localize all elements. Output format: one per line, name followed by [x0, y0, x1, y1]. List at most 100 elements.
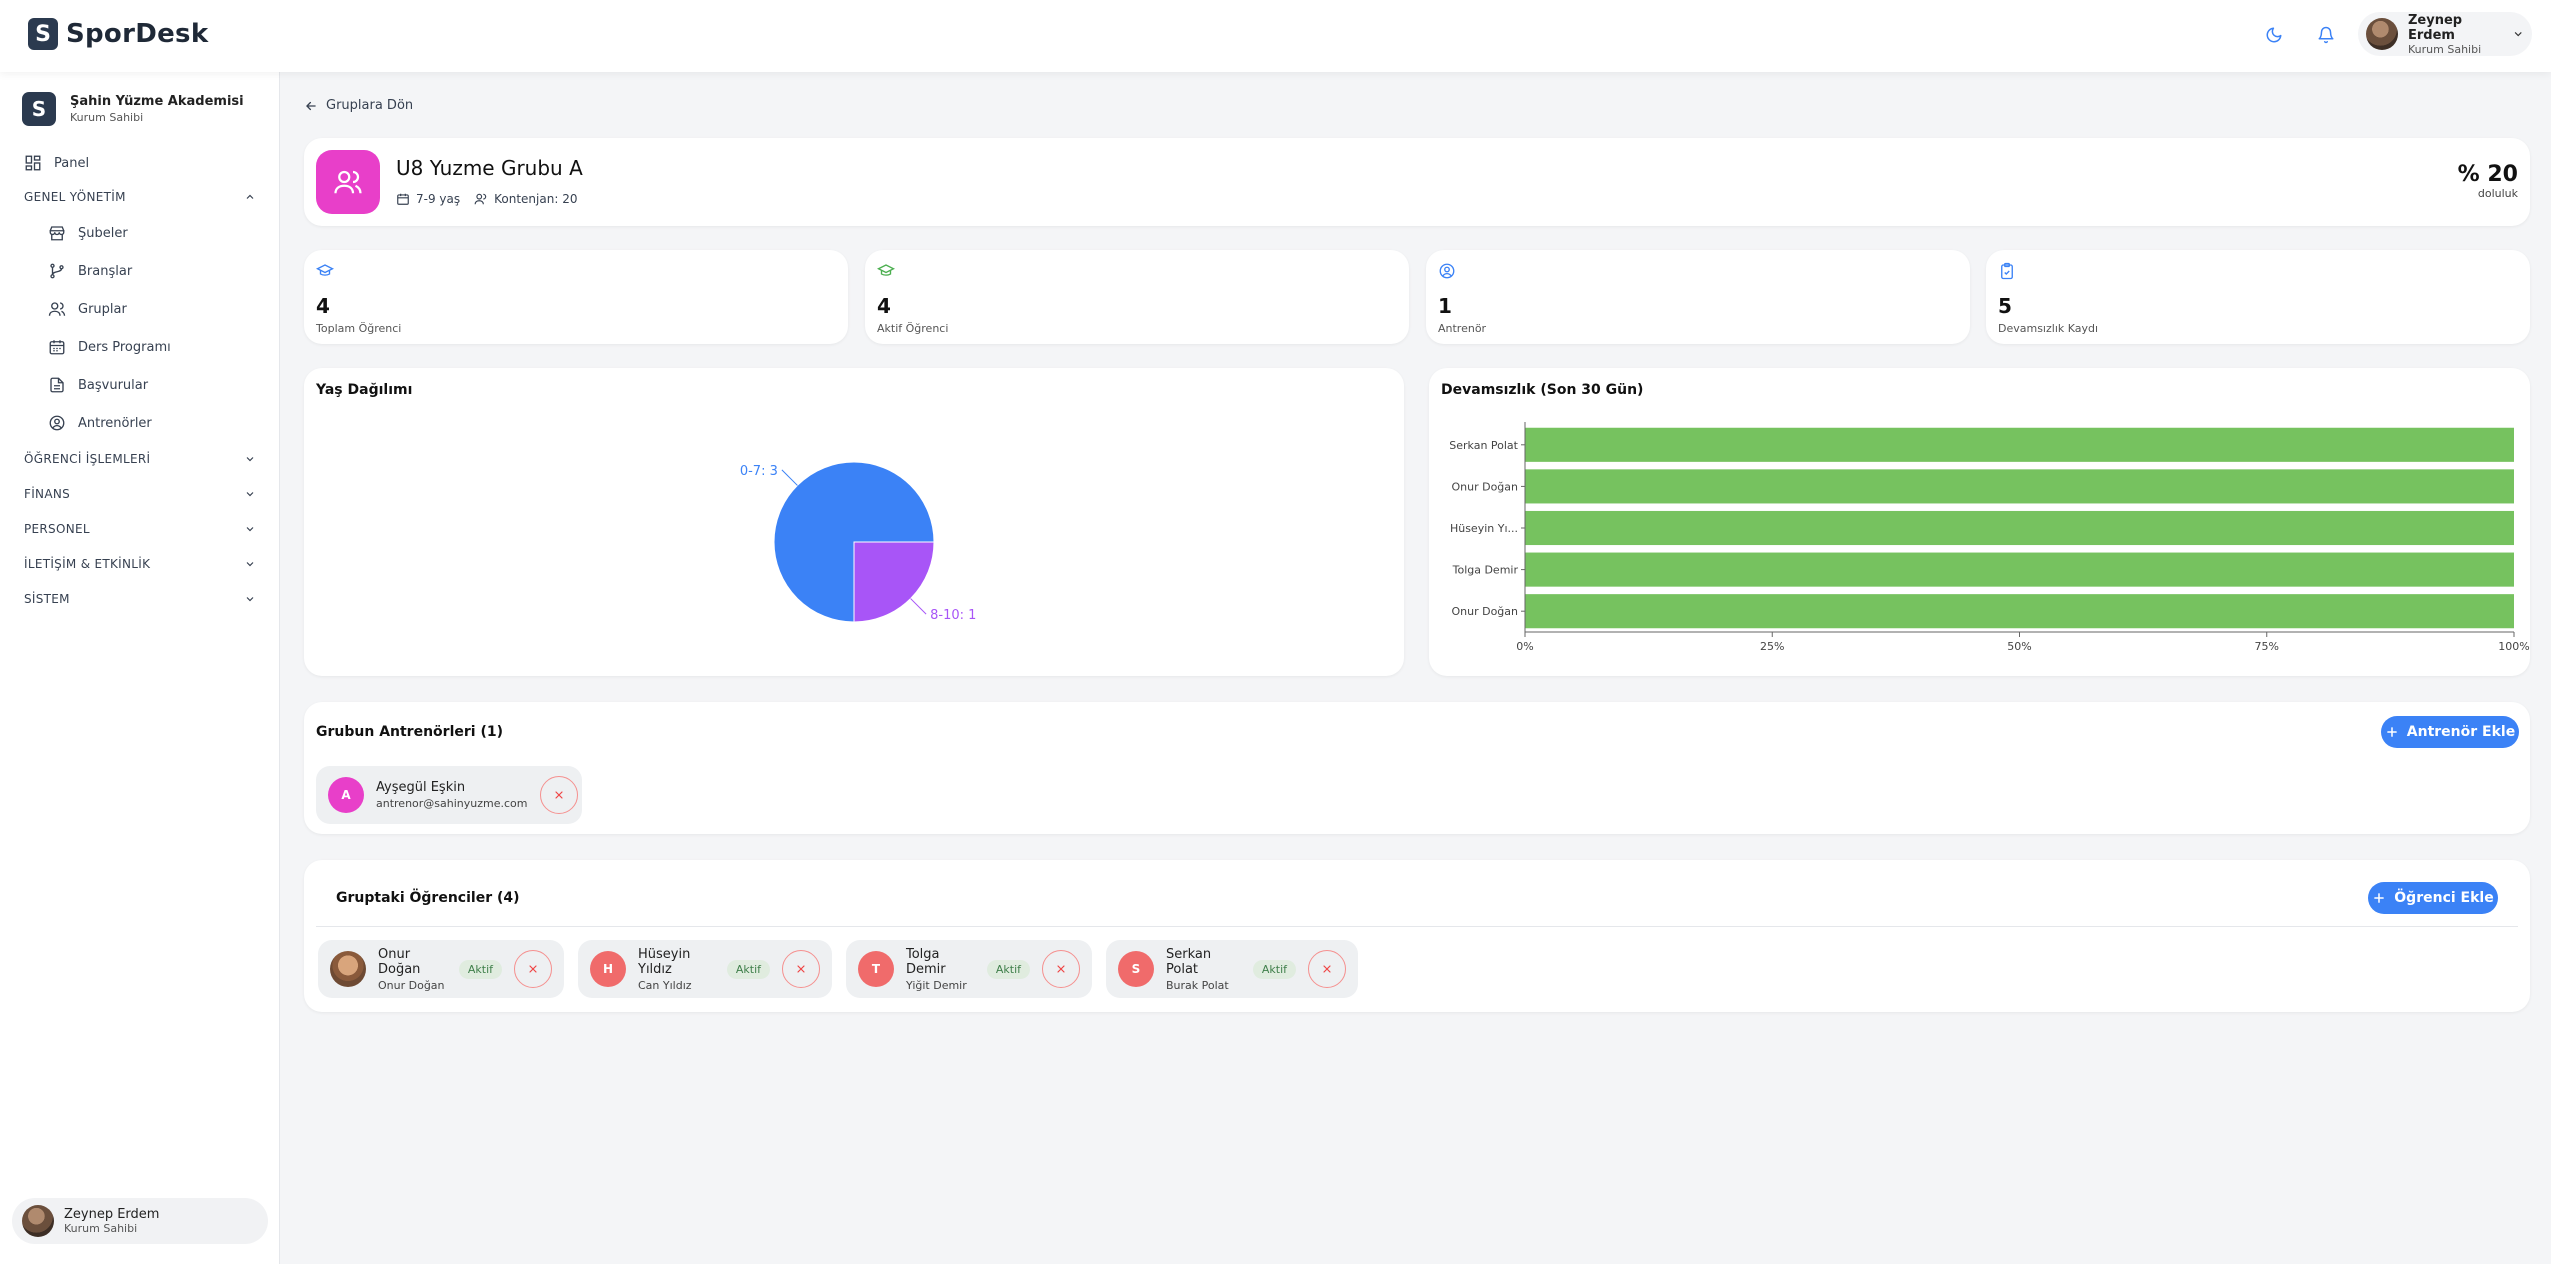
- close-icon: [1057, 965, 1065, 973]
- dashboard-icon: [25, 155, 41, 171]
- fill-rate: % 20 doluluk: [2458, 162, 2518, 200]
- chevron-up-icon: [246, 194, 254, 199]
- sidebar-item-ders-programi[interactable]: Ders Programı: [48, 338, 171, 356]
- remove-student-button[interactable]: [1308, 950, 1346, 988]
- sidebar-item-label: Şubeler: [78, 225, 128, 241]
- app-logo[interactable]: S SporDesk: [28, 18, 208, 50]
- group-capacity-text: Kontenjan: 20: [494, 192, 578, 206]
- y-tick-label: Onur Doğan: [1451, 480, 1518, 493]
- divider: [316, 926, 2518, 927]
- pie-label-line: [910, 598, 927, 615]
- attendance-bar: [1525, 469, 2514, 504]
- attendance-bar-chart: Serkan Polat Onur Doğan Hüseyin Yı... Tolga…: [1449, 422, 2530, 653]
- section-ogrenci-islemleri[interactable]: ÖĞRENCİ İŞLEMLERİ: [24, 452, 256, 466]
- section-sistem[interactable]: SİSTEM: [24, 592, 256, 606]
- add-student-button[interactable]: Öğrenci Ekle: [2368, 882, 2498, 914]
- add-coach-button[interactable]: Antrenör Ekle: [2381, 716, 2519, 748]
- y-tick-label: Onur Doğan: [1451, 605, 1518, 618]
- coaches-title: Grubun Antrenörleri (1): [316, 724, 503, 740]
- group-age-text: 7-9 yaş: [416, 192, 461, 206]
- arrow-left-icon: [306, 101, 316, 110]
- sidebar-item-label: Başvurular: [78, 377, 149, 393]
- student-name: Hüseyin Yıldız: [638, 946, 691, 977]
- stat-card-active-students: 4 Aktif Öğrenci: [865, 250, 1409, 344]
- file-icon: [50, 377, 64, 393]
- remove-student-button[interactable]: [1042, 950, 1080, 988]
- section-label: FİNANS: [24, 487, 71, 501]
- sidebar-item-label: Antrenörler: [78, 415, 152, 431]
- plus-icon: [2374, 893, 2385, 903]
- student-avatar: T: [858, 951, 894, 987]
- sidebar-item-basvurular[interactable]: Başvurular: [48, 376, 148, 394]
- branch-icon: [50, 263, 64, 279]
- sidebar-item-label: Panel: [54, 155, 90, 171]
- stat-value: 1: [1438, 294, 1452, 318]
- remove-coach-button[interactable]: [539, 776, 578, 814]
- student-parent: Can Yıldız: [638, 978, 692, 992]
- sidebar-item-label: Gruplar: [78, 301, 127, 317]
- section-label: ÖĞRENCİ İŞLEMLERİ: [24, 452, 151, 466]
- coach-chip: A Ayşegül Eşkin antrenor@sahinyuzme.com: [316, 766, 582, 824]
- user-name: Zeynep Erdem: [64, 1207, 160, 1222]
- logo-mark: S: [28, 18, 58, 50]
- stat-label: Devamsızlık Kaydı: [1998, 322, 2099, 335]
- coach-avatar: A: [328, 777, 364, 813]
- sidebar-user[interactable]: Zeynep Erdem Kurum Sahibi: [12, 1198, 268, 1244]
- remove-student-button[interactable]: [782, 950, 820, 988]
- status-badge: Aktif: [458, 959, 502, 979]
- clipboard-check-icon: [2001, 262, 2013, 280]
- sidebar-item-antrenorler[interactable]: Antrenörler: [48, 414, 152, 432]
- student-chip: H Hüseyin Yıldız Can Yıldız Aktif: [578, 940, 832, 998]
- section-genel-yonetim[interactable]: GENEL YÖNETİM: [24, 190, 256, 204]
- y-tick-label: Serkan Polat: [1449, 439, 1518, 452]
- attendance-bar: [1525, 552, 2514, 587]
- org-switcher[interactable]: S Şahin Yüzme Akademisi Kurum Sahibi: [22, 92, 244, 126]
- student-avatar: S: [1118, 951, 1154, 987]
- back-link[interactable]: Gruplara Dön: [304, 98, 413, 113]
- group-avatar: [316, 150, 380, 214]
- remove-student-button[interactable]: [514, 950, 552, 988]
- section-label: GENEL YÖNETİM: [24, 190, 126, 204]
- group-capacity: Kontenjan: 20: [474, 192, 577, 206]
- close-icon: [797, 965, 805, 973]
- stat-value: 4: [877, 294, 891, 318]
- chevron-down-icon: [2514, 32, 2522, 37]
- users-icon: [48, 302, 66, 316]
- sidebar-item-subeler[interactable]: Şubeler: [48, 224, 128, 242]
- chevron-down-icon: [246, 457, 254, 462]
- stat-card-total-students: 4 Toplam Öğrenci: [304, 250, 848, 344]
- student-chip: S Serkan Polat Burak Polat Aktif: [1106, 940, 1358, 998]
- avatar: [2366, 18, 2398, 50]
- section-finans[interactable]: FİNANS: [24, 487, 256, 501]
- sidebar-item-branslar[interactable]: Branşlar: [48, 262, 132, 280]
- chevron-down-icon: [246, 597, 254, 602]
- org-name: Şahin Yüzme Akademisi: [70, 94, 244, 109]
- plus-icon: [2386, 727, 2397, 737]
- sidebar-item-gruplar[interactable]: Gruplar: [48, 300, 127, 318]
- top-bar: S SporDesk Zeynep Erdem Kurum Sahibi: [0, 0, 2551, 72]
- app-name: SporDesk: [66, 19, 209, 49]
- org-logo: S: [22, 92, 56, 126]
- x-tick-label: 0%: [1516, 640, 1533, 653]
- y-tick-label: Hüseyin Yı...: [1450, 522, 1518, 535]
- section-iletisim-etkinlik[interactable]: İLETİŞİM & ETKİNLİK: [24, 557, 256, 571]
- student-chip: T Tolga Demir Yiğit Demir Aktif: [846, 940, 1092, 998]
- x-tick-label: 100%: [2498, 640, 2529, 653]
- status-badge: Aktif: [1252, 959, 1296, 979]
- student-parent: Burak Polat: [1166, 978, 1229, 992]
- bell-icon[interactable]: [2311, 20, 2341, 50]
- status-badge: Aktif: [986, 959, 1030, 979]
- student-avatar: H: [590, 951, 626, 987]
- sidebar-item-panel[interactable]: Panel: [24, 154, 89, 172]
- student-avatar-photo: [330, 951, 366, 987]
- student-chip: Onur Doğan Onur Doğan Aktif: [318, 940, 564, 998]
- chevron-down-icon: [246, 562, 254, 567]
- students-title: Gruptaki Öğrenciler (4): [336, 890, 520, 906]
- moon-icon[interactable]: [2259, 20, 2289, 50]
- section-personel[interactable]: PERSONEL: [24, 522, 256, 536]
- user-menu[interactable]: Zeynep Erdem Kurum Sahibi: [2358, 12, 2532, 56]
- sidebar: S Şahin Yüzme Akademisi Kurum Sahibi Pan…: [0, 72, 280, 1264]
- y-tick-label: Tolga Demir: [1452, 564, 1519, 577]
- coach-email: antrenor@sahinyuzme.com: [376, 797, 528, 810]
- close-icon: [554, 791, 563, 799]
